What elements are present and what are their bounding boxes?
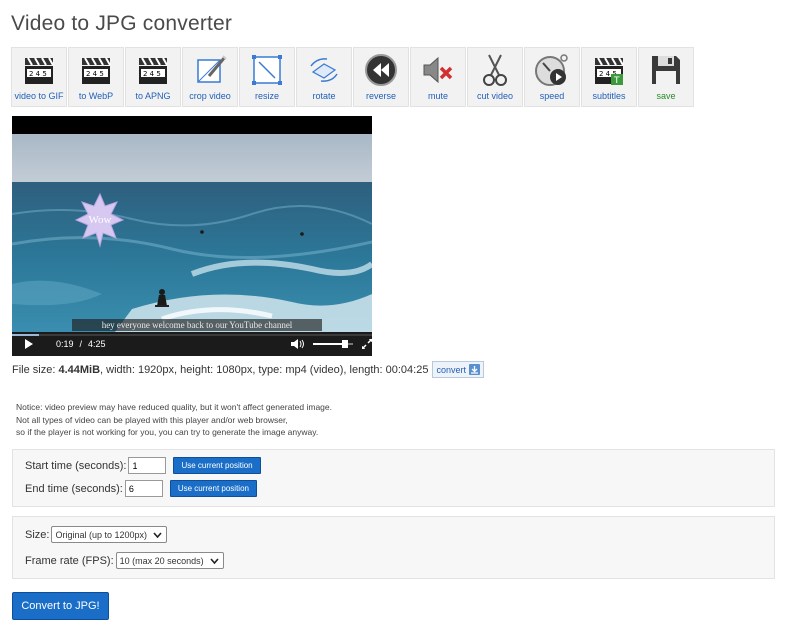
tool-to-webp[interactable]: 2 4 5 to WebP bbox=[68, 47, 124, 107]
progress-fill bbox=[12, 334, 39, 336]
time-separator: / bbox=[79, 339, 83, 349]
tool-label: crop video bbox=[189, 91, 231, 101]
convert-to-jpg-button[interactable]: Convert to JPG! bbox=[12, 592, 109, 620]
fps-row: Frame rate (FPS): 10 (max 20 seconds) bbox=[25, 552, 224, 569]
volume-icon[interactable] bbox=[290, 339, 305, 349]
fps-select[interactable]: 10 (max 20 seconds) bbox=[115, 552, 224, 569]
tool-to-apng[interactable]: 2 4 5 to APNG bbox=[125, 47, 181, 107]
end-time-input[interactable] bbox=[124, 480, 163, 497]
convert-dropdown-button[interactable]: convert bbox=[432, 361, 484, 378]
file-size-value: 4.44MiB bbox=[58, 363, 101, 376]
tool-rotate[interactable]: rotate bbox=[296, 47, 352, 107]
progress-bar[interactable] bbox=[12, 334, 372, 336]
time-range-panel: Start time (seconds): Use current positi… bbox=[12, 449, 775, 507]
tool-label: save bbox=[656, 91, 676, 101]
end-time-row: End time (seconds): Use current position bbox=[25, 480, 257, 497]
tool-subtitles[interactable]: 2 4 5T subtitles bbox=[581, 47, 637, 107]
wow-overlay-text: Wow bbox=[88, 214, 112, 226]
tool-video-to-gif[interactable]: 2 4 5 video to GIF bbox=[11, 47, 67, 107]
tool-label: video to GIF bbox=[14, 91, 64, 101]
crop-icon bbox=[190, 52, 230, 88]
tool-save[interactable]: save bbox=[638, 47, 694, 107]
notice-line: Notice: video preview may have reduced q… bbox=[16, 402, 332, 412]
notice-text: Notice: video preview may have reduced q… bbox=[16, 401, 332, 439]
video-frame[interactable]: Wow bbox=[12, 134, 372, 336]
tool-label: resize bbox=[254, 91, 279, 101]
chevron-down-icon bbox=[210, 557, 219, 564]
tool-crop-video[interactable]: crop video bbox=[182, 47, 238, 107]
svg-text:T: T bbox=[613, 76, 620, 86]
start-time-label: Start time (seconds): bbox=[25, 459, 127, 472]
start-time-input[interactable] bbox=[128, 457, 167, 474]
size-row: Size: Original (up to 1200px) bbox=[25, 526, 168, 543]
tool-label: cut video bbox=[476, 91, 514, 101]
file-details: , width: 1920px, height: 1080px, type: m… bbox=[100, 363, 429, 376]
tool-label: mute bbox=[427, 91, 448, 101]
tool-label: to WebP bbox=[78, 91, 114, 101]
size-label: Size: bbox=[25, 528, 50, 541]
play-button[interactable] bbox=[24, 339, 34, 349]
tool-label: speed bbox=[539, 91, 565, 101]
page-title: Video to JPG converter bbox=[11, 12, 233, 35]
start-time-row: Start time (seconds): Use current positi… bbox=[25, 457, 261, 474]
tool-toolbar: 2 4 5 video to GIF 2 4 5 to WebP 2 4 5 t… bbox=[11, 47, 694, 107]
subtitles-icon: 2 4 5T bbox=[589, 52, 629, 88]
current-time: 0:19 bbox=[56, 339, 74, 349]
tool-label: subtitles bbox=[592, 91, 626, 101]
mute-icon bbox=[418, 52, 458, 88]
end-time-label: End time (seconds): bbox=[25, 482, 123, 495]
fullscreen-icon[interactable] bbox=[361, 338, 372, 350]
speed-icon bbox=[532, 52, 572, 88]
fps-label: Frame rate (FPS): bbox=[25, 554, 114, 567]
tool-resize[interactable]: resize bbox=[239, 47, 295, 107]
volume-slider[interactable] bbox=[312, 339, 353, 349]
svg-text:2 4 5: 2 4 5 bbox=[86, 70, 104, 78]
scissors-icon bbox=[475, 52, 515, 88]
tool-cut-video[interactable]: cut video bbox=[467, 47, 523, 107]
clapperboard-icon: 2 4 5 bbox=[133, 52, 173, 88]
size-select[interactable]: Original (up to 1200px) bbox=[51, 526, 168, 543]
notice-line: so if the player is not working for you,… bbox=[16, 427, 319, 437]
rotate-icon bbox=[304, 52, 344, 88]
download-arrow-icon bbox=[468, 364, 480, 375]
tool-reverse[interactable]: reverse bbox=[353, 47, 409, 107]
video-player[interactable]: Wow hey everyone welcome back to our You… bbox=[12, 116, 372, 356]
convert-label: convert bbox=[436, 364, 466, 375]
resize-icon bbox=[247, 52, 287, 88]
floppy-disk-icon bbox=[646, 52, 686, 88]
clapperboard-icon: 2 4 5 bbox=[19, 52, 59, 88]
size-select-value: Original (up to 1200px) bbox=[55, 529, 148, 540]
tool-label: to APNG bbox=[135, 91, 171, 101]
clapperboard-icon: 2 4 5 bbox=[76, 52, 116, 88]
file-info: File size: 4.44MiB, width: 1920px, heigh… bbox=[12, 361, 484, 378]
output-options-panel: Size: Original (up to 1200px) Frame rate… bbox=[12, 516, 775, 579]
notice-line: Not all types of video can be played wit… bbox=[16, 414, 288, 425]
chevron-down-icon bbox=[153, 531, 162, 538]
start-use-current-button[interactable]: Use current position bbox=[173, 457, 261, 474]
svg-text:2 4 5: 2 4 5 bbox=[29, 70, 47, 78]
svg-text:2 4 5: 2 4 5 bbox=[143, 70, 161, 78]
fps-select-value: 10 (max 20 seconds) bbox=[119, 555, 204, 566]
reverse-icon bbox=[361, 52, 401, 88]
tool-label: rotate bbox=[312, 91, 336, 101]
duration: 4:25 bbox=[88, 339, 106, 349]
tool-speed[interactable]: speed bbox=[524, 47, 580, 107]
tool-mute[interactable]: mute bbox=[410, 47, 466, 107]
tool-label: reverse bbox=[365, 91, 396, 101]
video-subtitle: hey everyone welcome back to our YouTube… bbox=[72, 319, 322, 331]
end-use-current-button[interactable]: Use current position bbox=[169, 480, 257, 497]
file-size-label: File size: bbox=[12, 363, 56, 376]
